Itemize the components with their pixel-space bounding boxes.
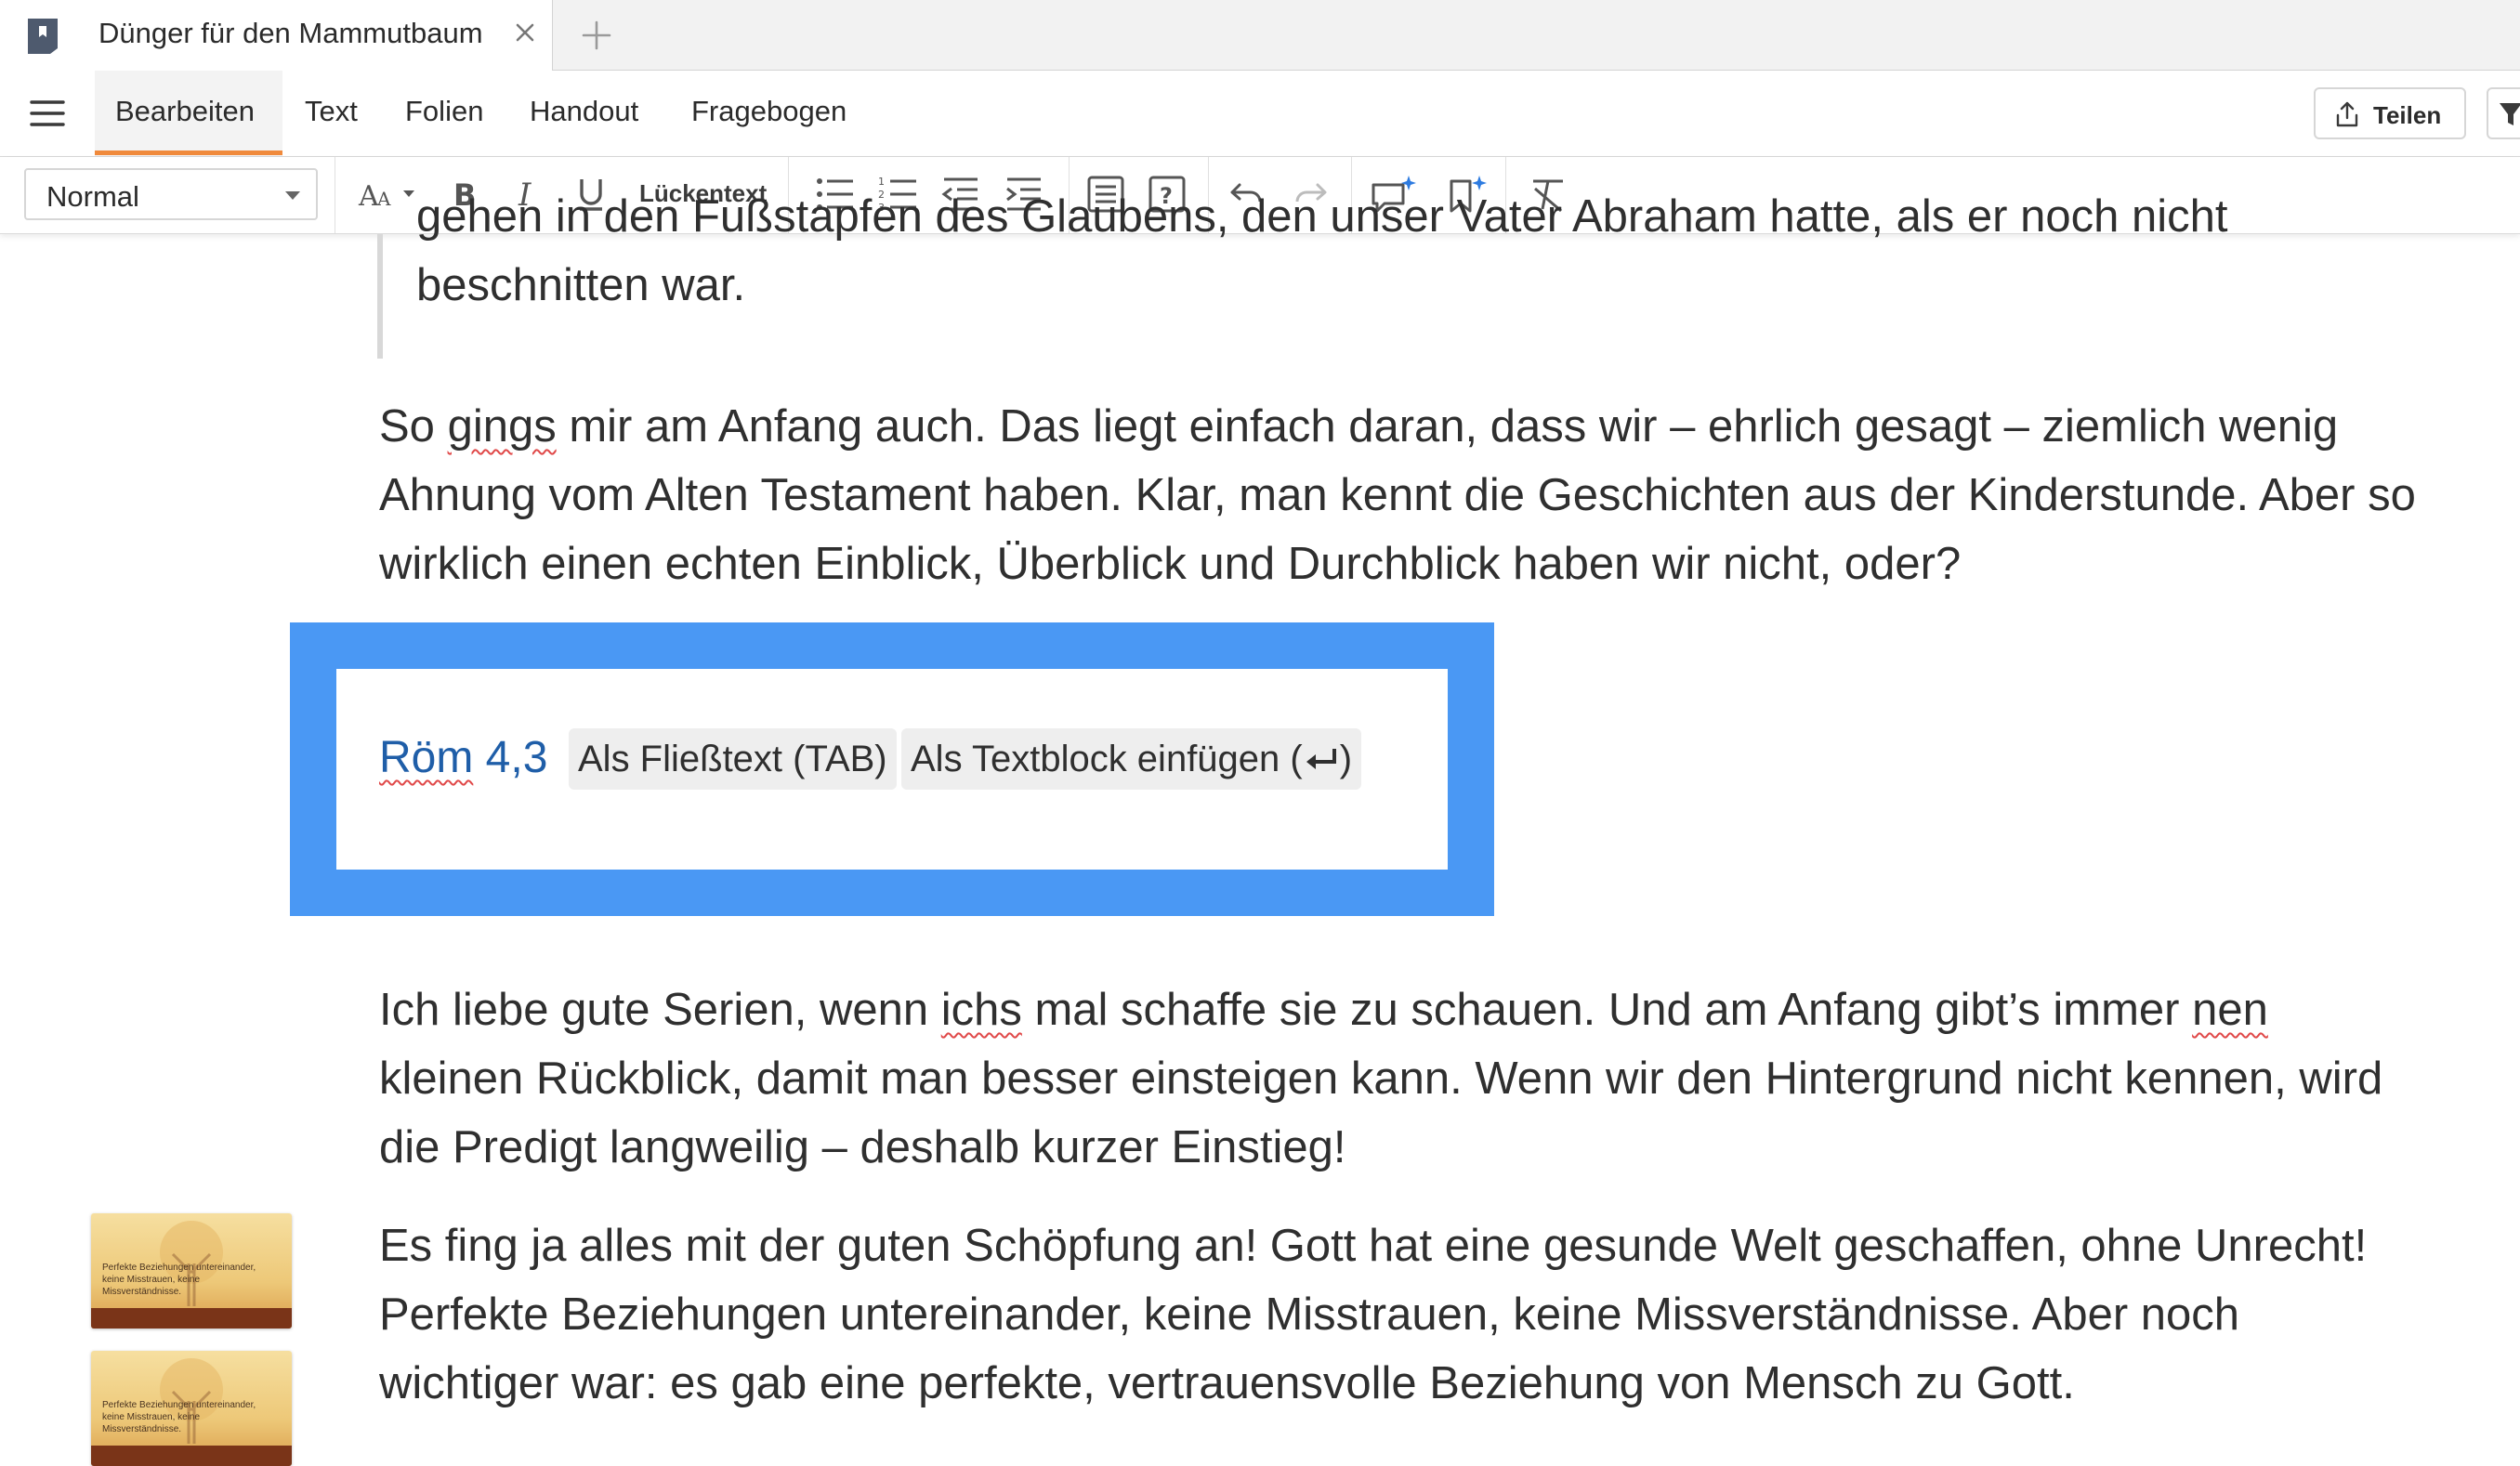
font-size-icon[interactable]: A A	[357, 174, 422, 215]
menu-fragebogen[interactable]: Fragebogen	[691, 95, 847, 128]
filter-button[interactable]	[2487, 87, 2520, 139]
text-run: mir am Anfang auch. Das liegt einfach da…	[379, 401, 2416, 589]
spelling-error-word[interactable]: nen	[2192, 985, 2268, 1035]
filter-icon	[2500, 103, 2520, 125]
bible-reference-link[interactable]: Röm 4,3	[379, 732, 547, 783]
plus-icon[interactable]	[580, 19, 613, 52]
slide-thumbnail[interactable]: Perfekte Beziehungen untereinander, kein…	[91, 1351, 292, 1466]
menu-bar: Bearbeiten Text Folien Handout Frageboge…	[0, 71, 2520, 157]
svg-text:A: A	[358, 180, 379, 213]
paragraph-style-select[interactable]: Normal	[24, 168, 318, 220]
share-label: Teilen	[2373, 101, 2442, 129]
slide-ground	[91, 1308, 292, 1329]
blockquote-text: gehen in den Fußstapfen des Glaubens, de…	[416, 182, 2423, 320]
insert-block-button[interactable]: Als Textblock einfügen ()	[901, 728, 1362, 790]
close-icon[interactable]	[511, 19, 539, 46]
paragraph: So gings mir am Anfang auch. Das liegt e…	[379, 392, 2423, 598]
tab-bar: Dünger für den Mammutbaum	[0, 0, 2520, 71]
document-tab[interactable]: Dünger für den Mammutbaum	[0, 0, 553, 71]
menu-handout[interactable]: Handout	[530, 95, 638, 128]
text-run: So	[379, 401, 448, 452]
quote-line: beschnitten war.	[416, 260, 746, 310]
reference-book: Röm	[379, 733, 474, 782]
menu-active-indicator	[95, 151, 282, 155]
enter-key-icon	[1306, 749, 1336, 769]
chevron-down-icon	[285, 191, 300, 200]
insert-inline-button[interactable]: Als Fließtext (TAB)	[569, 728, 897, 790]
slide-caption: Perfekte Beziehungen untereinander, kein…	[102, 1400, 256, 1434]
menu-folien[interactable]: Folien	[405, 95, 483, 128]
menu-bearbeiten[interactable]: Bearbeiten	[115, 95, 255, 128]
tab-title: Dünger für den Mammutbaum	[98, 17, 483, 49]
svg-text:A: A	[376, 188, 391, 210]
slide-ground	[91, 1446, 292, 1466]
quote-line: gehen in den Fußstapfen des Glaubens, de…	[416, 191, 2228, 242]
blockquote-bar	[377, 234, 383, 359]
share-button[interactable]: Teilen	[2314, 87, 2466, 139]
menu-text[interactable]: Text	[305, 95, 358, 128]
paragraph-style-value: Normal	[46, 180, 139, 213]
hamburger-menu-icon[interactable]	[30, 98, 65, 128]
paragraph: Es fing ja alles mit der guten Schöpfung…	[379, 1221, 2368, 1408]
insert-block-label: Als Textblock einfügen (	[911, 739, 1303, 779]
paragraph: Ich liebe gute Serien, wenn ichs mal sch…	[379, 975, 2423, 1182]
reference-chapter-verse: 4,3	[473, 733, 548, 782]
text-run: mal schaffe sie zu schauen. Und am Anfan…	[1021, 985, 2193, 1035]
text-run: Ich liebe gute Serien, wenn	[379, 985, 941, 1035]
text-run: kleinen Rückblick, damit man besser eins…	[379, 1054, 2383, 1172]
spelling-error-word[interactable]: gings	[448, 401, 557, 452]
app-logo-icon	[28, 19, 58, 54]
slide-caption: Perfekte Beziehungen untereinander, kein…	[102, 1263, 256, 1297]
bible-reference-popup: Röm 4,3 Als Fließtext (TAB) Als Textbloc…	[290, 622, 1494, 916]
share-icon	[2336, 101, 2358, 127]
insert-block-label-end: )	[1339, 739, 1353, 779]
spelling-error-word[interactable]: ichs	[941, 985, 1022, 1035]
slide-thumbnail[interactable]: Perfekte Beziehungen untereinander, kein…	[91, 1213, 292, 1329]
